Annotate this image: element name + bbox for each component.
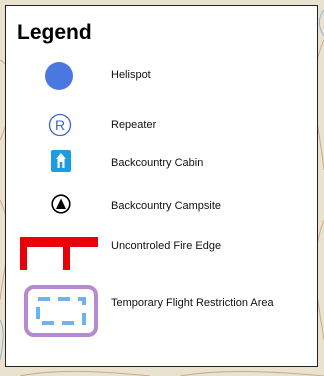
helispot-icon (45, 62, 73, 90)
legend-label-helispot: Helispot (111, 69, 151, 81)
legend-label-fire-edge: Uncontroled Fire Edge (111, 240, 222, 252)
legend-panel: Legend Helispot R Repeater Backcountry C… (5, 5, 318, 367)
repeater-glyph: R (55, 117, 65, 133)
legend-title: Legend (17, 21, 92, 44)
legend-label-flight-restriction: Temporary Flight Restriction Area (111, 297, 274, 309)
backcountry-cabin-icon (51, 150, 71, 172)
repeater-icon: R (48, 113, 72, 137)
fire-edge-icon (20, 237, 98, 270)
legend-label-backcountry-cabin: Backcountry Cabin (111, 157, 204, 169)
flight-restriction-icon (24, 285, 98, 337)
backcountry-campsite-icon (51, 194, 71, 214)
legend-label-repeater: Repeater (111, 119, 157, 131)
legend-label-backcountry-campsite: Backcountry Campsite (111, 200, 222, 212)
